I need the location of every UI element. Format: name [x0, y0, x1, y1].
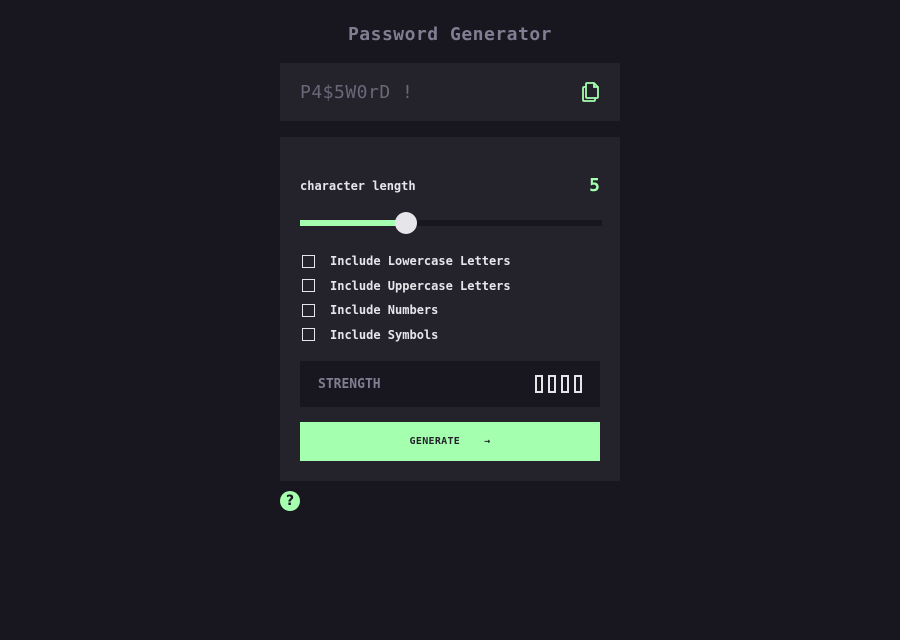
copy-icon[interactable]	[580, 81, 600, 103]
option-lowercase[interactable]: Include Lowercase Letters	[302, 249, 511, 274]
settings-panel: character length 5 Include Lowercase Let…	[280, 137, 620, 481]
password-text: P4$5W0rD !	[300, 81, 414, 103]
app-root: Password Generator P4$5W0rD ! character …	[0, 0, 900, 640]
length-slider[interactable]	[300, 212, 602, 234]
checkbox-uppercase[interactable]	[302, 279, 315, 293]
strength-bars	[535, 375, 582, 393]
help-icon[interactable]: ?	[280, 491, 300, 511]
generate-label: GENERATE	[409, 436, 461, 447]
page-title: Password Generator	[347, 24, 553, 45]
strength-bar	[548, 375, 556, 393]
option-label: Include Lowercase Letters	[330, 254, 511, 269]
strength-bar	[574, 375, 582, 393]
generate-button[interactable]: GENERATE →	[300, 422, 600, 461]
strength-bar	[535, 375, 543, 393]
strength-label: STRENGTH	[318, 376, 381, 392]
checkbox-symbols[interactable]	[302, 328, 315, 342]
checkbox-lowercase[interactable]	[302, 254, 315, 268]
strength-meter: STRENGTH	[300, 361, 600, 407]
strength-bar	[561, 375, 569, 393]
option-symbols[interactable]: Include Symbols	[302, 323, 511, 348]
option-label: Include Uppercase Letters	[330, 278, 511, 293]
checkbox-numbers[interactable]	[302, 303, 315, 317]
length-label: character length	[300, 178, 416, 193]
option-numbers[interactable]: Include Numbers	[302, 298, 511, 323]
slider-thumb[interactable]	[394, 212, 417, 234]
length-row: character length 5	[300, 175, 600, 196]
option-label: Include Symbols	[330, 327, 439, 342]
slider-fill	[300, 220, 406, 226]
length-value: 5	[589, 175, 600, 196]
password-output: P4$5W0rD !	[280, 63, 620, 121]
options-list: Include Lowercase Letters Include Upperc…	[302, 249, 511, 347]
option-uppercase[interactable]: Include Uppercase Letters	[302, 274, 511, 299]
arrow-right-icon: →	[484, 436, 491, 447]
option-label: Include Numbers	[330, 303, 439, 318]
